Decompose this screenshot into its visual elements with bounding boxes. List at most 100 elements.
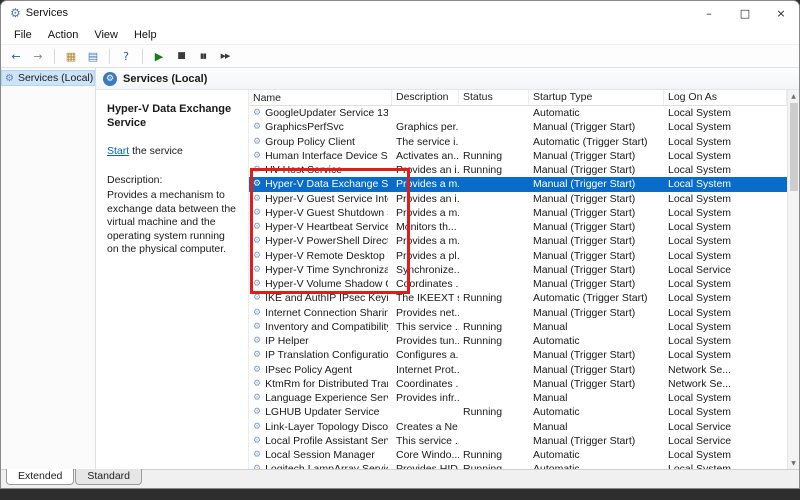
table-row[interactable]: ⚙GraphicsPerfSvcGraphics per...Manual (T… [249,120,787,134]
service-name-text: Language Experience Service [265,392,388,404]
service-gear-icon: ⚙ [253,422,261,432]
table-row[interactable]: ⚙Local Profile Assistant ServiceThis ser… [249,434,787,448]
menu-help[interactable]: Help [126,27,165,43]
close-button[interactable]: × [763,1,799,25]
help-icon[interactable]: ? [116,46,136,66]
service-cell: Provides a m... [392,178,459,190]
service-cell: Local System [664,321,787,333]
list-column-headers: Name Description Status Startup Type Log… [249,90,787,106]
service-cell: Local System [664,207,787,219]
start-service-icon[interactable]: ▶ [149,46,169,66]
show-console-tree-icon[interactable]: ▦ [61,46,81,66]
service-name-text: Hyper-V Volume Shadow Co... [265,278,388,290]
table-row[interactable]: ⚙Hyper-V Time Synchronizati...Synchroniz… [249,263,787,277]
column-header-name[interactable]: Name [249,90,392,105]
service-cell: Local System [664,307,787,319]
menu-file[interactable]: File [6,27,40,43]
maximize-button[interactable]: □ [727,1,763,25]
table-row[interactable]: ⚙KtmRm for Distributed Trans...Coordinat… [249,377,787,391]
service-gear-icon: ⚙ [253,393,261,403]
table-row[interactable]: ⚙Language Experience ServiceProvides inf… [249,391,787,405]
service-cell: Local System [664,136,787,148]
table-row[interactable]: ⚙Hyper-V Guest Shutdown Se...Provides a … [249,206,787,220]
service-name-text: Hyper-V Guest Service Interf... [265,193,388,205]
column-header-log-on-as[interactable]: Log On As [664,90,787,105]
service-cell: Synchronize... [392,264,459,276]
service-name-cell: ⚙IP Translation Configuration ... [249,349,392,361]
service-cell: Local Service [664,421,787,433]
service-gear-icon: ⚙ [253,293,261,303]
service-gear-icon: ⚙ [253,379,261,389]
column-header-status[interactable]: Status [459,90,529,105]
table-row[interactable]: ⚙Logitech LampArray ServiceProvides HID.… [249,462,787,469]
minimize-button[interactable]: – [691,1,727,25]
table-row[interactable]: ⚙Hyper-V Remote Desktop Vi...Provides a … [249,249,787,263]
column-header-startup-type[interactable]: Startup Type [529,90,664,105]
service-name-cell: ⚙Hyper-V Volume Shadow Co... [249,278,392,290]
table-row[interactable]: ⚙Human Interface Device Serv...Activates… [249,149,787,163]
service-cell: Manual (Trigger Start) [529,221,664,233]
service-name-cell: ⚙Link-Layer Topology Discove... [249,421,392,433]
scroll-up-icon[interactable]: ▲ [791,90,796,102]
service-name-text: IKE and AuthIP IPsec Keying ... [265,292,388,304]
tree-item-label: Services (Local) [18,72,93,84]
table-row[interactable]: ⚙Group Policy ClientThe service i...Auto… [249,135,787,149]
service-cell: Local System [664,449,787,461]
service-cell: Manual (Trigger Start) [529,278,664,290]
scroll-down-icon[interactable]: ▼ [791,457,796,469]
tab-extended[interactable]: Extended [6,469,74,485]
service-gear-icon: ⚙ [253,464,261,469]
service-gear-icon: ⚙ [253,236,261,246]
table-row[interactable]: ⚙Hyper-V Guest Service Interf...Provides… [249,192,787,206]
table-row[interactable]: ⚙Internet Connection Sharing...Provides … [249,306,787,320]
forward-icon[interactable]: → [28,46,48,66]
table-row[interactable]: ⚙IPsec Policy AgentInternet Prot...Manua… [249,363,787,377]
right-pane: ⚙ Services (Local) Hyper-V Data Exchange… [96,68,799,469]
toolbar-separator [54,49,55,64]
service-gear-icon: ⚙ [253,251,261,261]
table-row[interactable]: ⚙IP Translation Configuration ...Configu… [249,348,787,362]
service-cell: Local System [664,235,787,247]
service-gear-icon: ⚙ [253,108,261,118]
table-row[interactable]: ⚙HV Host ServiceProvides an i...RunningM… [249,163,787,177]
restart-service-icon[interactable]: ▶▶ [215,46,235,66]
table-row[interactable]: ⚙IP HelperProvides tun...RunningAutomati… [249,334,787,348]
service-name-text: Local Profile Assistant Service [265,435,388,447]
back-icon[interactable]: ← [6,46,26,66]
table-row[interactable]: ⚙Hyper-V Data Exchange Serv...Provides a… [249,177,787,191]
service-cell: Graphics per... [392,121,459,133]
stop-service-icon[interactable]: ■ [171,46,191,66]
table-row[interactable]: ⚙GoogleUpdater Service 130....AutomaticL… [249,106,787,120]
service-cell: Automatic [529,406,664,418]
column-header-description[interactable]: Description [392,90,459,105]
table-row[interactable]: ⚙IKE and AuthIP IPsec Keying ...The IKEE… [249,291,787,305]
service-gear-icon: ⚙ [253,336,261,346]
service-name-text: LGHUB Updater Service [265,406,379,418]
service-name-cell: ⚙ GoogleUpdater Service 130.... [249,107,392,119]
menu-view[interactable]: View [86,27,126,43]
table-row[interactable]: ⚙LGHUB Updater ServiceRunningAutomaticLo… [249,405,787,419]
menu-action[interactable]: Action [40,27,87,43]
window-controls: – □ × [691,1,799,25]
table-row[interactable]: ⚙Link-Layer Topology Discove...Creates a… [249,420,787,434]
service-gear-icon: ⚙ [253,365,261,375]
service-gear-icon: ⚙ [253,450,261,460]
service-name-text: GoogleUpdater Service 130.... [265,107,388,119]
service-cell: Local System [664,250,787,262]
service-cell: The service i... [392,136,459,148]
tree-item-services-local[interactable]: ⚙ Services (Local) [1,70,95,86]
table-row[interactable]: ⚙Local Session ManagerCore Windo...Runni… [249,448,787,462]
start-service-suffix: the service [129,145,183,157]
service-name-text: HV Host Service [265,164,342,176]
start-service-link[interactable]: Start [107,145,129,157]
tab-standard[interactable]: Standard [75,469,142,485]
table-row[interactable]: ⚙Inventory and Compatibility...This serv… [249,320,787,334]
table-row[interactable]: ⚙Hyper-V PowerShell Direct S...Provides … [249,234,787,248]
table-row[interactable]: ⚙Hyper-V Volume Shadow Co...Coordinates … [249,277,787,291]
table-row[interactable]: ⚙Hyper-V Heartbeat ServiceMonitors th...… [249,220,787,234]
vertical-scrollbar[interactable]: ▲ ▼ [787,90,799,469]
scrollbar-thumb[interactable] [790,103,798,191]
service-gear-icon: ⚙ [253,137,261,147]
export-list-icon[interactable]: ▤ [83,46,103,66]
pause-service-icon[interactable]: ▮▮ [193,46,213,66]
